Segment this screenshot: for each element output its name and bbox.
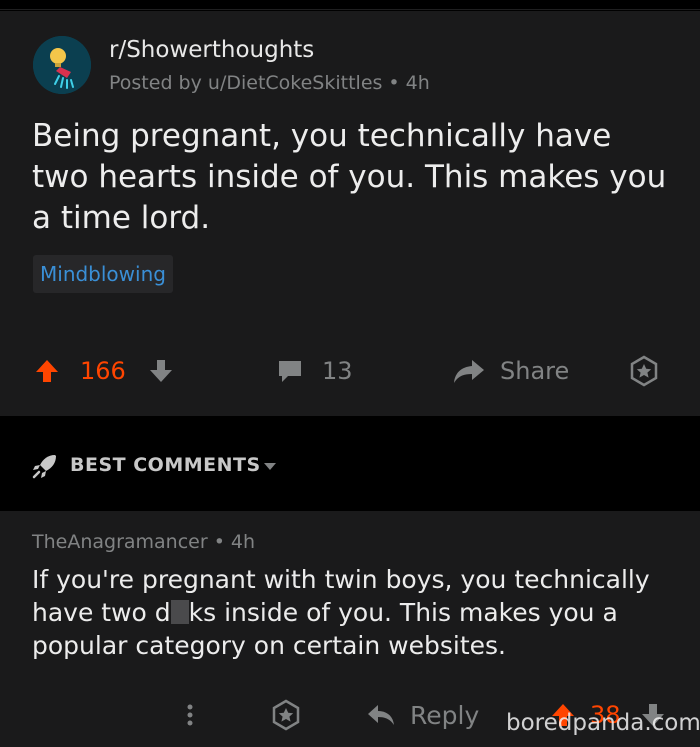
comment-count[interactable]: 13 bbox=[322, 351, 353, 391]
chevron-down-icon[interactable] bbox=[262, 460, 278, 472]
sort-label[interactable]: BEST COMMENTS bbox=[70, 454, 261, 476]
subreddit-avatar-icon[interactable] bbox=[33, 36, 91, 94]
rocket-icon bbox=[32, 455, 56, 479]
post-age: 4h bbox=[405, 72, 430, 94]
post-title[interactable]: Being pregnant, you technically have two… bbox=[32, 116, 672, 239]
showerhead-lightbulb-icon bbox=[33, 36, 91, 94]
post-action-bar: 166 13 Share bbox=[0, 351, 700, 391]
post-card: r/Showerthoughts Posted by u/DietCokeSki… bbox=[0, 11, 700, 416]
more-vertical-icon bbox=[187, 704, 193, 726]
comment-meta: TheAnagramancer • 4h bbox=[32, 531, 255, 553]
post-author[interactable]: u/DietCokeSkittles bbox=[208, 72, 383, 94]
comment-sort-bar[interactable]: BEST COMMENTS bbox=[0, 416, 700, 511]
more-options-button[interactable] bbox=[180, 695, 200, 735]
comment-age: 4h bbox=[230, 531, 256, 553]
comment-meta-separator: • bbox=[213, 531, 225, 553]
share-label[interactable]: Share bbox=[500, 351, 569, 391]
award-icon bbox=[272, 699, 300, 731]
post-flair[interactable]: Mindblowing bbox=[33, 255, 173, 293]
reply-label[interactable]: Reply bbox=[410, 695, 479, 735]
comment-author[interactable]: TheAnagramancer bbox=[32, 531, 208, 553]
comments-button[interactable] bbox=[276, 351, 304, 391]
share-arrow-icon bbox=[454, 360, 484, 383]
comment-bubble-icon bbox=[279, 361, 301, 382]
meta-separator: • bbox=[388, 72, 400, 94]
share-button[interactable] bbox=[452, 351, 486, 391]
upvote-button[interactable] bbox=[34, 351, 60, 391]
subreddit-name[interactable]: r/Showerthoughts bbox=[109, 37, 314, 63]
award-icon bbox=[630, 355, 658, 387]
post-meta: Posted by u/DietCokeSkittles • 4h bbox=[109, 72, 430, 94]
post-score: 166 bbox=[80, 357, 126, 385]
censor-block bbox=[170, 600, 189, 624]
watermark: boredpanda.com bbox=[506, 710, 700, 736]
comment-body: If you're pregnant with twin boys, you t… bbox=[32, 563, 682, 662]
upvote-arrow-icon bbox=[36, 360, 58, 382]
reply-arrow-icon bbox=[368, 705, 394, 725]
posted-by-prefix: Posted by bbox=[109, 72, 202, 94]
award-button[interactable] bbox=[628, 351, 660, 391]
downvote-button[interactable] bbox=[148, 351, 174, 391]
downvote-arrow-icon bbox=[150, 360, 172, 382]
reply-button[interactable] bbox=[366, 695, 396, 735]
top-strip bbox=[0, 0, 700, 10]
comment-award-button[interactable] bbox=[270, 695, 302, 735]
